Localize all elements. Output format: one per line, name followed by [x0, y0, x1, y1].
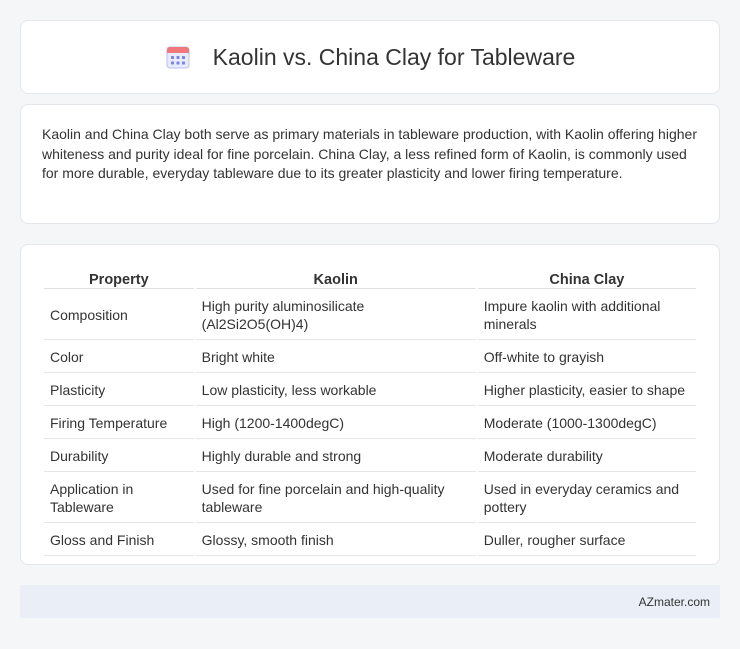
table-cell: Firing Temperature [44, 408, 194, 439]
table-row: Color Bright white Off-white to grayish [44, 342, 696, 373]
table-cell: Used in everyday ceramics and pottery [477, 474, 696, 523]
table-cell: High purity aluminosilicate (Al2Si2O5(OH… [195, 291, 476, 340]
table-row: Firing Temperature High (1200-1400degC) … [44, 408, 696, 439]
table-cell: Durability [44, 441, 194, 472]
table-cell: Low plasticity, less workable [195, 375, 476, 406]
intro-text: Kaolin and China Clay both serve as prim… [42, 126, 697, 181]
table-cell: Application in Tableware [44, 474, 194, 523]
table-row: Plasticity Low plasticity, less workable… [44, 375, 696, 406]
comparison-table: Property Kaolin China Clay Composition H… [42, 265, 698, 558]
title-card: Kaolin vs. China Clay for Tableware [20, 20, 720, 94]
table-header-row: Property Kaolin China Clay [44, 267, 696, 289]
footer: AZmater.com [20, 585, 720, 618]
table-cell: Plasticity [44, 375, 194, 406]
header-property: Property [44, 267, 194, 289]
table-cell: Off-white to grayish [477, 342, 696, 373]
table-cell: High (1200-1400degC) [195, 408, 476, 439]
table-cell: Moderate (1000-1300degC) [477, 408, 696, 439]
table-row: Composition High purity aluminosilicate … [44, 291, 696, 340]
table-cell: Bright white [195, 342, 476, 373]
table-row: Gloss and Finish Glossy, smooth finish D… [44, 525, 696, 556]
table-cell: Composition [44, 291, 194, 340]
table-cell: Color [44, 342, 194, 373]
table-cell: Moderate durability [477, 441, 696, 472]
table-cell: Glossy, smooth finish [195, 525, 476, 556]
comparison-table-card: Property Kaolin China Clay Composition H… [20, 244, 720, 565]
table-cell: Gloss and Finish [44, 525, 194, 556]
table-row: Durability Highly durable and strong Mod… [44, 441, 696, 472]
header-china-clay: China Clay [477, 267, 696, 289]
header-kaolin: Kaolin [195, 267, 476, 289]
table-cell: Higher plasticity, easier to shape [477, 375, 696, 406]
table-row: Application in Tableware Used for fine p… [44, 474, 696, 523]
table-cell: Used for fine porcelain and high-quality… [195, 474, 476, 523]
intro-card: Kaolin and China Clay both serve as prim… [20, 104, 720, 224]
table-cell: Impure kaolin with additional minerals [477, 291, 696, 340]
calendar-icon [165, 44, 191, 70]
table-cell: Duller, rougher surface [477, 525, 696, 556]
footer-site-link[interactable]: AZmater.com [639, 595, 710, 609]
table-cell: Highly durable and strong [195, 441, 476, 472]
page-title: Kaolin vs. China Clay for Tableware [212, 43, 576, 70]
